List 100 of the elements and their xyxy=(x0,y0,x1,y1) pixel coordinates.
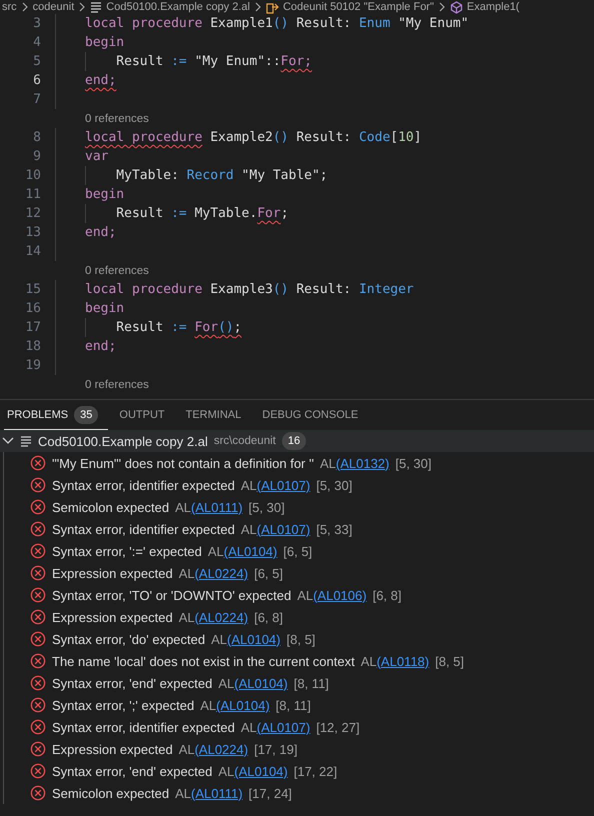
problem-message[interactable]: Expression expected xyxy=(52,610,173,624)
code-token: begin xyxy=(85,301,124,316)
problem-source: AL xyxy=(360,654,377,668)
line-number: 16 xyxy=(24,300,42,318)
problem-source: AL xyxy=(297,588,314,602)
code-token: Result: xyxy=(295,282,352,297)
error-icon xyxy=(30,521,46,537)
code-token: Example1 xyxy=(209,16,273,31)
code-token: Result: xyxy=(295,16,352,31)
error-code-link[interactable]: (AL0111) xyxy=(190,500,243,514)
error-code-link[interactable]: (AL0104) xyxy=(234,764,288,778)
error-code-link[interactable]: (AL0104) xyxy=(216,698,270,712)
problem-message[interactable]: Syntax error, 'end' expected xyxy=(52,676,212,690)
cube-icon xyxy=(450,0,463,14)
error-icon xyxy=(30,763,46,779)
error-code-link[interactable]: (AL0111) xyxy=(190,786,243,800)
panel-tab[interactable]: DEBUG CONSOLE xyxy=(262,408,358,420)
error-code-link[interactable]: (AL0107) xyxy=(256,522,310,536)
line-number: 18 xyxy=(24,338,42,356)
code-token: () xyxy=(218,320,234,335)
problem-message[interactable]: Syntax error, identifier expected xyxy=(52,522,235,536)
problem-message[interactable]: The name 'local' does not exist in the current context xyxy=(52,654,355,668)
problem-source: AL xyxy=(178,610,195,624)
problem-message[interactable]: Expression expected xyxy=(52,742,173,756)
count-badge: 35 xyxy=(74,406,98,424)
file-group-header[interactable]: Cod50100.Example copy 2.al src\codeunit 16 xyxy=(0,430,594,452)
error-code-link[interactable]: (AL0107) xyxy=(256,478,310,492)
error-icon xyxy=(30,741,46,757)
problem-message[interactable]: Expression expected xyxy=(52,566,173,580)
code-token: Enum xyxy=(358,16,390,31)
problem-message[interactable]: '"My Enum"' does not contain a definition for '' xyxy=(52,456,314,470)
problem-message[interactable]: Semicolon expected xyxy=(52,500,170,514)
problem-message[interactable]: Syntax error, 'TO' or 'DOWNTO' expected xyxy=(52,588,292,602)
chevron-icon xyxy=(78,2,86,12)
error-code-link[interactable]: (AL0224) xyxy=(194,610,248,624)
problem-location: [5, 33] xyxy=(316,522,352,536)
breadcrumb-item[interactable]: src xyxy=(2,1,17,13)
error-code-link[interactable]: (AL0132) xyxy=(336,456,390,470)
error-code-link[interactable]: (AL0224) xyxy=(194,742,248,756)
chevron-icon xyxy=(438,2,446,12)
error-icon xyxy=(30,477,46,493)
code-token: end; xyxy=(85,339,116,354)
problem-source: AL xyxy=(178,742,195,756)
line-number: 9 xyxy=(32,148,42,166)
chevron-icon xyxy=(20,2,29,12)
error-icon xyxy=(30,587,46,603)
problem-message[interactable]: Syntax error, ':=' expected xyxy=(52,544,202,558)
problem-location: [17, 22] xyxy=(294,764,338,778)
line-number: 13 xyxy=(24,224,42,242)
problem-source: AL xyxy=(240,478,257,492)
problem-source: AL xyxy=(218,764,234,778)
error-code-link[interactable]: (AL0106) xyxy=(313,588,367,602)
error-icon xyxy=(30,609,46,625)
line-number: 5 xyxy=(32,53,42,71)
problem-message[interactable]: Syntax error, identifier expected xyxy=(52,720,235,734)
problem-location: [17, 24] xyxy=(248,786,292,800)
error-icon xyxy=(30,631,46,647)
problem-source: AL xyxy=(175,500,191,514)
problem-source: AL xyxy=(200,698,216,712)
code-token: For xyxy=(194,320,218,335)
problem-message[interactable]: Syntax error, ';' expected xyxy=(52,698,194,712)
problem-source: AL xyxy=(240,522,257,536)
code-token: MyTable. xyxy=(194,206,258,221)
line-number: 10 xyxy=(24,167,42,185)
problem-message[interactable]: Syntax error, 'do' expected xyxy=(52,632,206,646)
problem-location: [5, 30] xyxy=(395,456,432,470)
code-token: begin xyxy=(85,35,124,50)
problem-source: AL xyxy=(178,566,195,580)
lines-icon xyxy=(20,435,32,447)
problem-message[interactable]: Semicolon expected xyxy=(52,786,170,800)
codelens-link[interactable]: 0 references xyxy=(85,264,149,276)
panel-tab[interactable]: TERMINAL xyxy=(186,408,242,420)
error-code-link[interactable]: (AL0107) xyxy=(256,720,310,734)
problem-source: AL xyxy=(175,786,191,800)
code-token: MyTable: xyxy=(115,168,180,183)
error-code-link[interactable]: (AL0224) xyxy=(194,566,248,580)
code-token: For xyxy=(257,206,281,221)
problem-location: [12, 27] xyxy=(316,720,360,734)
breadcrumb-item[interactable]: codeunit xyxy=(32,1,74,13)
error-code-link[interactable]: (AL0104) xyxy=(224,544,278,558)
panel-tab[interactable]: PROBLEMS xyxy=(7,408,68,420)
problem-location: [8, 5] xyxy=(435,654,464,668)
panel-tab[interactable]: OUTPUT xyxy=(119,408,165,420)
problem-message[interactable]: Syntax error, 'end' expected xyxy=(52,764,212,778)
error-code-link[interactable]: (AL0118) xyxy=(376,654,430,668)
breadcrumb-item[interactable]: Codeunit 50102 "Example For" xyxy=(282,1,434,13)
error-code-link[interactable]: (AL0104) xyxy=(234,676,288,690)
line-number: 19 xyxy=(24,357,42,375)
code-token: "My Table"; xyxy=(240,168,328,183)
code-token: end; xyxy=(85,73,116,88)
breadcrumb-item[interactable]: Cod50100.Example copy 2.al xyxy=(106,1,250,13)
error-code-link[interactable]: (AL0104) xyxy=(227,632,280,646)
code-token: Result xyxy=(115,54,164,69)
codelens-link[interactable]: 0 references xyxy=(85,378,149,390)
lines-icon xyxy=(90,1,102,13)
error-icon xyxy=(30,675,46,691)
breadcrumb-item[interactable]: Example1( xyxy=(466,1,520,13)
codelens-link[interactable]: 0 references xyxy=(85,112,149,124)
chevron-icon xyxy=(254,2,262,12)
problem-message[interactable]: Syntax error, identifier expected xyxy=(52,478,235,492)
